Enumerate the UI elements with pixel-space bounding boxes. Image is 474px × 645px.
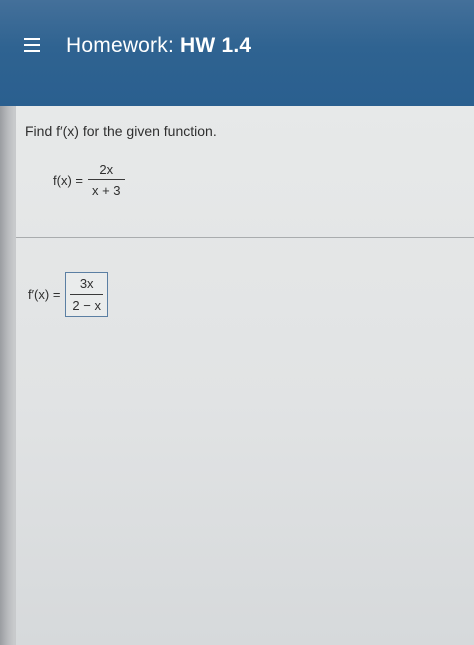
function-fraction: 2x x + 3 xyxy=(87,162,125,198)
function-numerator: 2x xyxy=(99,162,114,177)
title-assignment: HW 1.4 xyxy=(180,34,252,57)
answer-numerator: 3x xyxy=(79,276,94,291)
answer-lhs: f′(x) = xyxy=(28,287,61,302)
function-lhs: f(x) = xyxy=(53,172,83,188)
question-prompt: Find f′(x) for the given function. xyxy=(25,123,217,139)
hamburger-menu-icon[interactable] xyxy=(24,38,40,52)
page-title: Homework: HW 1.4 xyxy=(66,34,251,58)
question-panel: Find f′(x) for the given function. f(x) … xyxy=(16,106,474,645)
header-bar: Homework: HW 1.4 xyxy=(0,0,474,106)
answer-denominator: 2 − x xyxy=(72,298,101,313)
answer-row: f′(x) = 3x 2 − x xyxy=(28,272,108,317)
given-function: f(x) = 2x x + 3 xyxy=(53,162,125,198)
section-divider xyxy=(16,237,474,238)
answer-input-box[interactable]: 3x 2 − x xyxy=(65,272,108,317)
function-denominator: x + 3 xyxy=(91,183,121,198)
title-prefix: Homework: xyxy=(66,34,174,57)
